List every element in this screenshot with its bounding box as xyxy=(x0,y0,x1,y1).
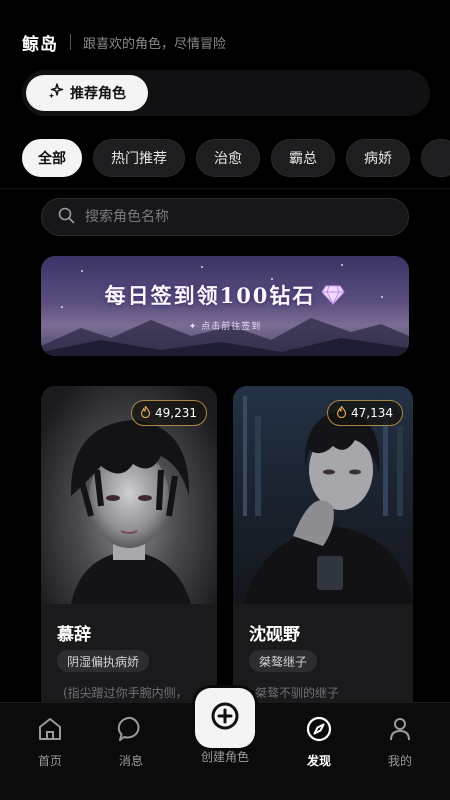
search-input[interactable] xyxy=(85,209,365,225)
category-tab-all[interactable]: 全部 xyxy=(22,139,82,177)
character-tag: 桀骜继子 xyxy=(249,650,318,672)
recommend-bar: 推荐角色 xyxy=(22,70,430,116)
plus-circle-icon xyxy=(209,700,241,736)
nav-discover-label: 发现 xyxy=(306,754,331,768)
character-name: 慕辞 xyxy=(57,625,91,645)
category-tab-ceo[interactable]: 霸总 xyxy=(271,139,335,177)
nav-home[interactable]: 首页 xyxy=(22,715,78,769)
nav-messages[interactable]: 消息 xyxy=(103,715,159,769)
create-character-label: 创建角色 xyxy=(200,750,249,764)
home-icon xyxy=(36,715,64,747)
character-card[interactable]: 47,134 沈砚野 桀骜继子 桀骜不驯的继子 xyxy=(233,386,413,716)
sparkle-icon xyxy=(48,83,64,103)
nav-mine[interactable]: 我的 xyxy=(372,715,428,769)
user-icon xyxy=(386,715,414,747)
character-name: 沈砚野 xyxy=(249,625,300,645)
popularity-badge: 47,134 xyxy=(327,400,403,426)
nav-messages-label: 消息 xyxy=(118,754,143,768)
recommend-button-label: 推荐角色 xyxy=(70,86,126,102)
flame-icon xyxy=(336,404,347,421)
app-slogan: 跟喜欢的角色，尽情冒险 xyxy=(83,36,227,52)
character-description: (指尖蹭过你手腕内侧， xyxy=(63,686,188,700)
diamond-icon xyxy=(321,285,346,310)
app-header: 鲸岛 跟喜欢的角色，尽情冒险 xyxy=(22,30,227,55)
header-divider xyxy=(70,34,71,50)
search-bar[interactable] xyxy=(41,198,409,236)
compass-icon xyxy=(305,715,333,747)
search-icon xyxy=(58,207,75,228)
banner-subtitle: ✦ 点击前往签到 xyxy=(188,322,262,332)
chat-bubble-icon xyxy=(117,715,145,747)
category-tabs: 全部 热门推荐 治愈 霸总 病娇 xyxy=(22,139,450,177)
character-tag: 阴湿偏执病娇 xyxy=(57,650,150,672)
app-logo-text: 鲸岛 xyxy=(22,34,58,55)
popularity-count: 47,134 xyxy=(351,406,393,420)
category-tab-healing[interactable]: 治愈 xyxy=(196,139,260,177)
create-character-button[interactable] xyxy=(195,688,255,748)
daily-checkin-banner[interactable]: 每日签到领100钻石 ✦ 点击前往签到 xyxy=(41,256,409,356)
category-tab-more[interactable] xyxy=(421,139,450,177)
banner-title-text: 每日签到领100钻石 xyxy=(104,283,316,308)
section-divider xyxy=(0,188,450,189)
category-tab-hot[interactable]: 热门推荐 xyxy=(93,139,185,177)
recommend-characters-button[interactable]: 推荐角色 xyxy=(26,75,148,111)
popularity-badge: 49,231 xyxy=(131,400,207,426)
popularity-count: 49,231 xyxy=(155,406,197,420)
flame-icon xyxy=(140,404,151,421)
nav-home-label: 首页 xyxy=(37,754,62,768)
character-card[interactable]: 49,231 慕辞 阴湿偏执病娇 (指尖蹭过你手腕内侧， xyxy=(41,386,217,716)
category-tab-yandere[interactable]: 病娇 xyxy=(346,139,410,177)
nav-discover[interactable]: 发现 xyxy=(291,715,347,769)
banner-title: 每日签到领100钻石 xyxy=(41,280,409,310)
nav-mine-label: 我的 xyxy=(387,754,412,768)
character-description: 桀骜不驯的继子 xyxy=(255,686,340,700)
